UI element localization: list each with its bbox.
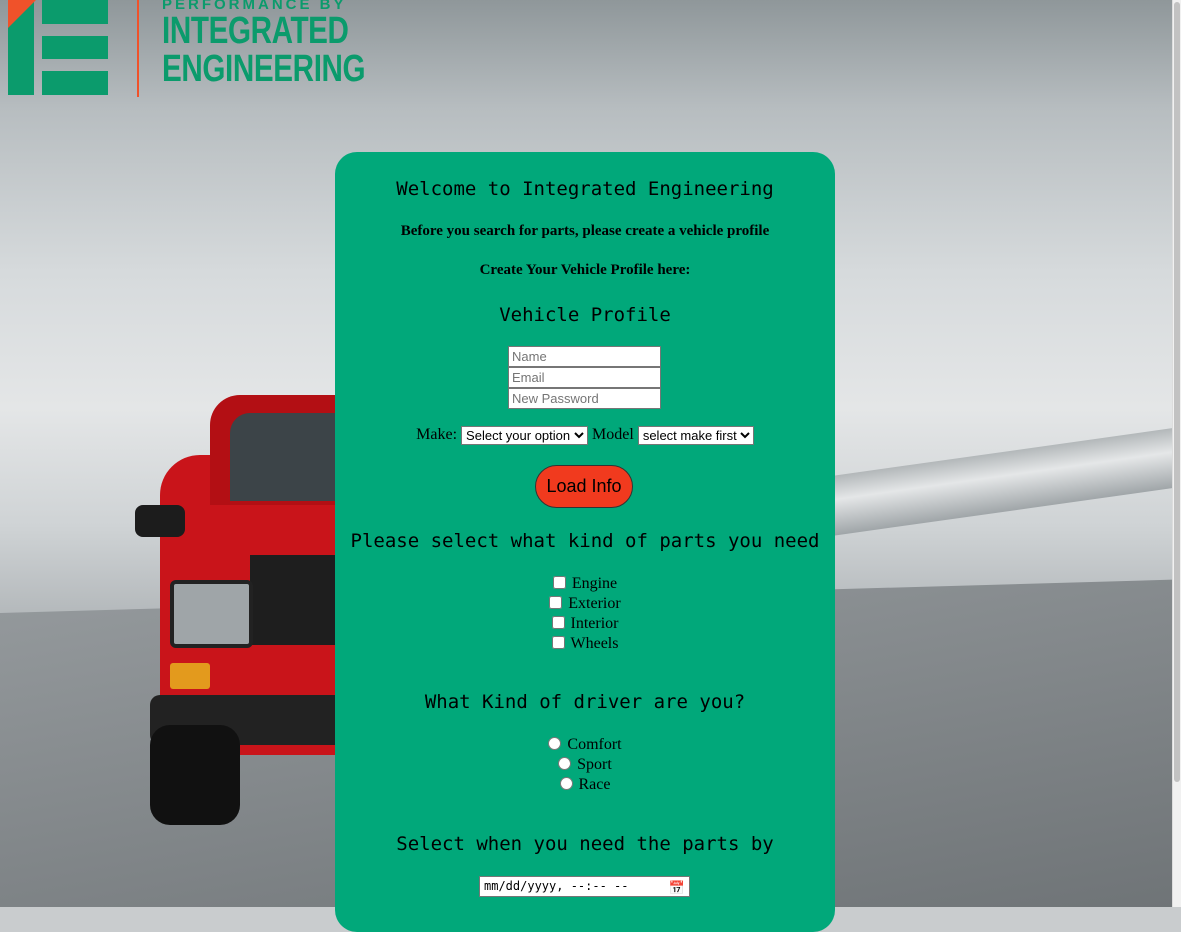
logo-bar-bottom [42, 71, 108, 95]
interior-label: Interior [570, 615, 619, 632]
comfort-label: Comfort [567, 736, 622, 753]
load-info-button[interactable]: Load Info [535, 465, 633, 508]
intro-text: Before you search for parts, please crea… [400, 223, 770, 239]
date-time-input[interactable]: mm/dd/yyyy, --:-- -- 📅 [479, 876, 690, 897]
car-indicator [170, 663, 210, 689]
exterior-checkbox[interactable] [549, 596, 563, 609]
exterior-label: Exterior [568, 595, 621, 612]
wheels-label: Wheels [570, 635, 619, 652]
driver-option-sport[interactable]: Sport [335, 755, 835, 775]
make-label: Make: [416, 426, 458, 444]
parts-checkboxes: Engine Exterior Interior Wheels [335, 574, 835, 654]
part-option-engine[interactable]: Engine [335, 574, 835, 594]
logo-bar-mid [42, 36, 108, 59]
comfort-radio[interactable] [548, 737, 562, 750]
car-headlight [170, 580, 253, 648]
date-heading: Select when you need the parts by [396, 833, 774, 855]
logo-line-1: INTEGRATED [162, 10, 349, 52]
calendar-icon[interactable]: 📅 [669, 879, 685, 898]
interior-checkbox[interactable] [551, 616, 565, 629]
driver-option-race[interactable]: Race [335, 775, 835, 795]
make-model-row: Make: Select your option Model select ma… [335, 426, 835, 445]
ie-logo-icon [8, 0, 108, 95]
email-input[interactable] [508, 367, 661, 388]
part-option-wheels[interactable]: Wheels [335, 634, 835, 654]
driver-heading: What Kind of driver are you? [424, 691, 746, 713]
car-wheel [150, 725, 240, 825]
sport-radio[interactable] [558, 757, 572, 770]
model-select[interactable]: select make first [637, 426, 754, 445]
date-placeholder: mm/dd/yyyy, --:-- -- [484, 879, 629, 893]
password-input[interactable] [508, 388, 661, 409]
logo-line-2: ENGINEERING [162, 48, 366, 90]
page-title: Welcome to Integrated Engineering [396, 178, 774, 200]
part-option-interior[interactable]: Interior [335, 614, 835, 634]
engine-label: Engine [571, 575, 618, 592]
part-option-exterior[interactable]: Exterior [335, 594, 835, 614]
race-radio[interactable] [559, 777, 573, 790]
scrollbar-thumb[interactable] [1174, 2, 1180, 782]
logo-divider [137, 0, 139, 97]
race-label: Race [578, 776, 611, 793]
vehicle-profile-panel: Welcome to Integrated Engineering Before… [335, 152, 835, 932]
wheels-checkbox[interactable] [551, 636, 565, 649]
brand-logo: PERFORMANCE BY INTEGRATED ENGINEERING [0, 0, 366, 100]
model-label: Model [592, 426, 634, 444]
page-scrollbar[interactable] [1172, 0, 1181, 907]
driver-option-comfort[interactable]: Comfort [335, 735, 835, 755]
logo-bar-top [42, 0, 108, 24]
create-profile-text: Create Your Vehicle Profile here: [479, 262, 691, 278]
parts-heading: Please select what kind of parts you nee… [350, 530, 820, 552]
logo-text: PERFORMANCE BY INTEGRATED ENGINEERING [162, 0, 423, 88]
name-input[interactable] [508, 346, 661, 367]
sport-label: Sport [577, 756, 612, 773]
vehicle-profile-heading: Vehicle Profile [499, 304, 671, 326]
engine-checkbox[interactable] [552, 576, 566, 589]
profile-inputs [508, 346, 661, 409]
logo-corner [8, 0, 36, 28]
make-select[interactable]: Select your option [461, 426, 589, 445]
driver-radios: Comfort Sport Race [335, 735, 835, 795]
car-mirror [135, 505, 185, 537]
